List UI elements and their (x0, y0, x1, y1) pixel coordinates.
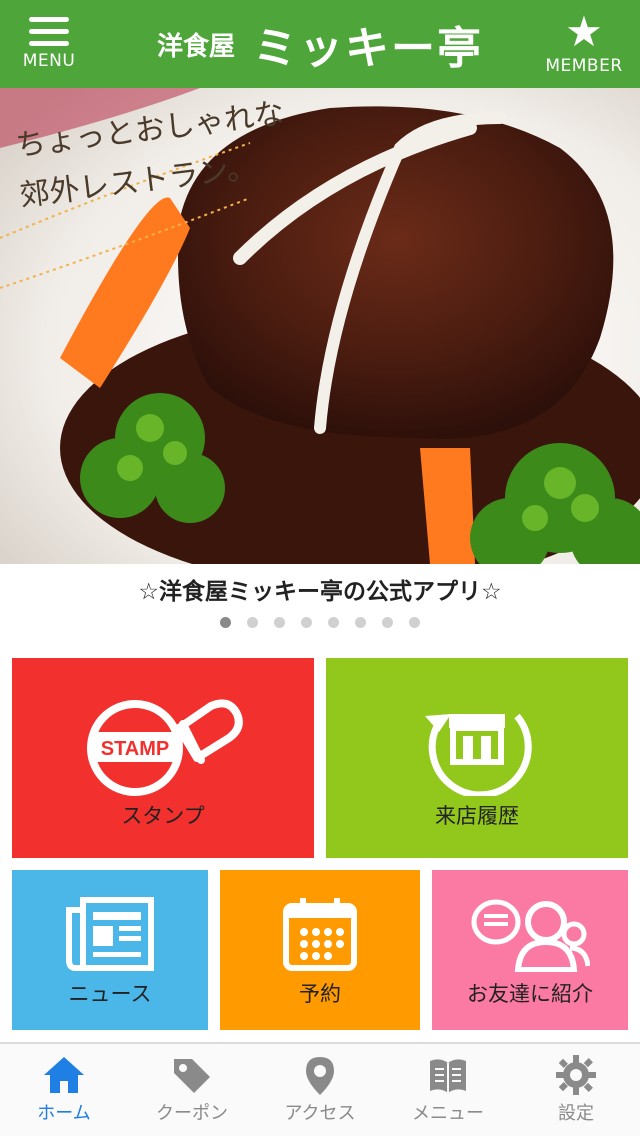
carousel-dot[interactable] (274, 617, 285, 628)
reservation-tile[interactable]: 予約 (220, 870, 420, 1030)
app-header: MENU 洋食屋 ミッキー亭 ★ MEMBER (0, 0, 640, 88)
refer-friend-tile-label: お友達に紹介 (467, 982, 593, 1006)
app-title-main: ミッキー亭 (253, 23, 483, 74)
tab-coupon-label: クーポン (156, 1103, 228, 1124)
home-icon (44, 1057, 84, 1093)
news-tile[interactable]: ニュース (12, 870, 208, 1030)
friends-chat-icon (471, 899, 590, 972)
gear-icon (556, 1055, 596, 1095)
stamp-tile[interactable]: STAMP スタンプ (12, 658, 314, 858)
tag-icon (174, 1059, 210, 1093)
calendar-icon (283, 898, 357, 971)
news-tile-label: ニュース (68, 982, 152, 1006)
carousel-dot[interactable] (382, 617, 393, 628)
refer-friend-tile[interactable]: お友達に紹介 (432, 870, 628, 1030)
newspaper-icon (66, 897, 154, 971)
tab-menu[interactable]: メニュー (384, 1044, 512, 1136)
carousel-pagination (0, 617, 640, 628)
shop-history-icon (425, 713, 532, 796)
tab-settings-label: 設定 (558, 1103, 594, 1124)
visit-history-tile-label: 来店履歴 (435, 804, 519, 828)
tab-access[interactable]: アクセス (256, 1044, 384, 1136)
hero-caption: ☆洋食屋ミッキー亭の公式アプリ☆ (138, 579, 502, 605)
carousel-dot[interactable] (247, 617, 258, 628)
carousel-dot[interactable] (409, 617, 420, 628)
stamp-icon: STAMP (87, 699, 243, 796)
tab-settings[interactable]: 設定 (512, 1044, 640, 1136)
stamp-tile-label: スタンプ (121, 804, 205, 828)
tab-home[interactable]: ホーム (0, 1044, 128, 1136)
carousel-dot[interactable] (301, 617, 312, 628)
member-button-label: MEMBER (545, 56, 623, 76)
tab-coupon[interactable]: クーポン (128, 1044, 256, 1136)
tab-access-label: アクセス (284, 1103, 356, 1124)
bottom-tab-bar: ホーム クーポン アクセス メニュー 設定 (0, 1042, 640, 1136)
visit-history-tile[interactable]: 来店履歴 (326, 658, 628, 858)
carousel-dot[interactable] (355, 617, 366, 628)
star-icon: ★ (565, 7, 603, 56)
tab-home-label: ホーム (37, 1103, 91, 1124)
map-pin-icon (306, 1057, 334, 1095)
hero-banner[interactable]: ちょっとおしゃれな 郊外レストラン。 (0, 88, 640, 564)
carousel-dot[interactable] (328, 617, 339, 628)
book-icon (430, 1059, 466, 1093)
hero-tagline: ちょっとおしゃれな 郊外レストラン。 (14, 96, 286, 220)
member-button[interactable]: ★ MEMBER (536, 0, 632, 88)
app-title-prefix: 洋食屋 (156, 31, 235, 62)
stamp-icon-badge: STAMP (101, 738, 170, 760)
carousel-dot[interactable] (220, 617, 231, 628)
tab-menu-label: メニュー (412, 1103, 484, 1124)
reservation-tile-label: 予約 (299, 982, 341, 1006)
